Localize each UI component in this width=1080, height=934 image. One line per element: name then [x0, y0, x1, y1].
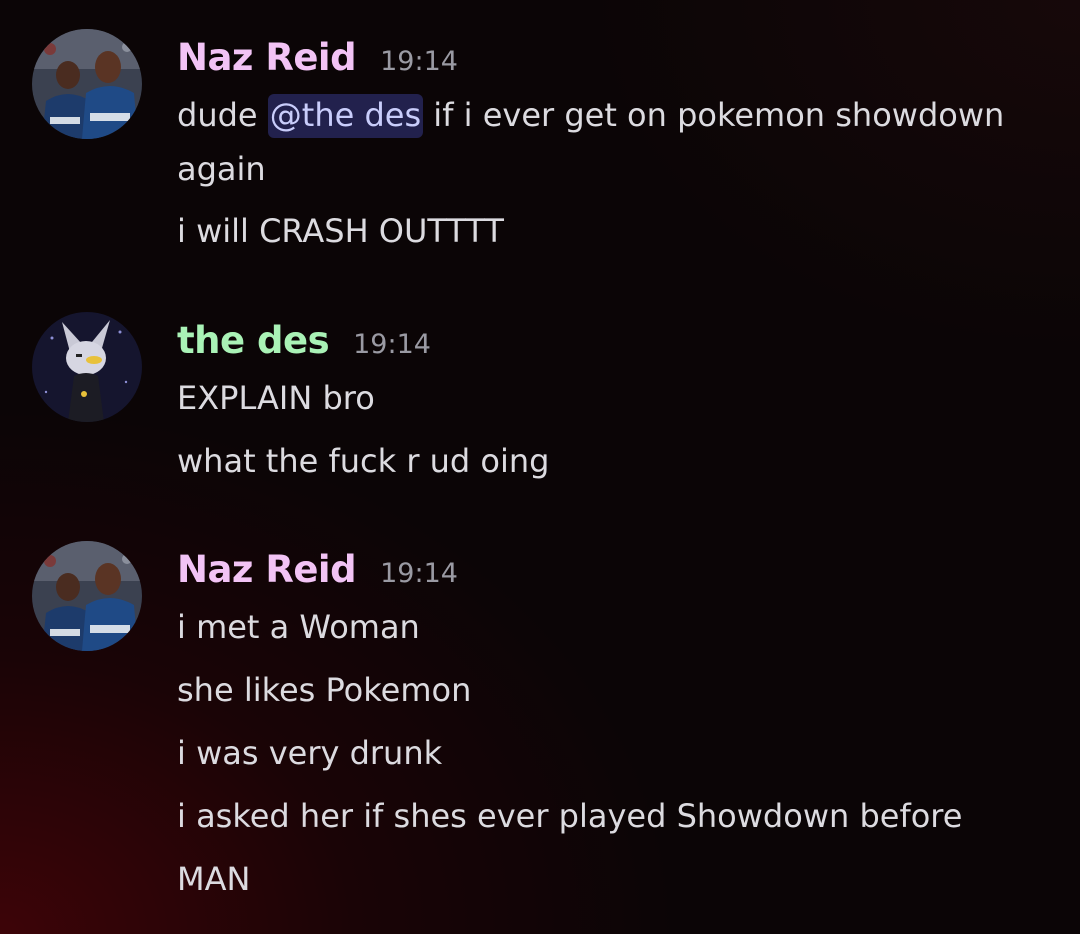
message-text: what the fuck r ud oing [177, 442, 550, 480]
message-text: i met a Woman [177, 608, 420, 646]
message-text: EXPLAIN bro [177, 379, 375, 417]
message-header: Naz Reid 19:14 [177, 548, 458, 598]
message-text-part: dude [177, 96, 268, 134]
user-avatar[interactable] [32, 541, 142, 651]
user-avatar[interactable] [32, 312, 142, 422]
message-header: Naz Reid 19:14 [177, 36, 458, 86]
basketball-players-avatar-icon [32, 541, 142, 651]
message-group-naz-2: Naz Reid 19:14 i met a Woman she likes P… [0, 520, 1080, 920]
message-header: the des 19:14 [177, 319, 431, 369]
message-group-des: the des 19:14 EXPLAIN bro what the fuck … [0, 300, 1080, 500]
cartoon-character-avatar-icon [32, 312, 142, 422]
user-mention[interactable]: @the des [267, 94, 424, 138]
message-group-naz-1: Naz Reid 19:14 dude @the des if i ever g… [0, 0, 1080, 290]
user-avatar[interactable] [32, 29, 142, 139]
message-text: MAN [177, 860, 251, 898]
basketball-players-avatar-icon [32, 29, 142, 139]
message-text: i asked her if shes ever played Showdown… [177, 797, 963, 835]
timestamp: 19:14 [380, 558, 458, 589]
message-text-part: if i ever get on pokemon showdown [423, 96, 1005, 134]
timestamp: 19:14 [353, 329, 431, 360]
message-text: dude @the des if i ever get on pokemon s… [177, 94, 1005, 138]
timestamp: 19:14 [380, 46, 458, 77]
username[interactable]: Naz Reid [177, 548, 357, 591]
username[interactable]: the des [177, 319, 330, 362]
message-text: i was very drunk [177, 734, 443, 772]
username[interactable]: Naz Reid [177, 36, 357, 79]
message-text-continued: again [177, 150, 266, 188]
message-text: i will CRASH OUTTTT [177, 212, 504, 250]
message-text: she likes Pokemon [177, 671, 472, 709]
